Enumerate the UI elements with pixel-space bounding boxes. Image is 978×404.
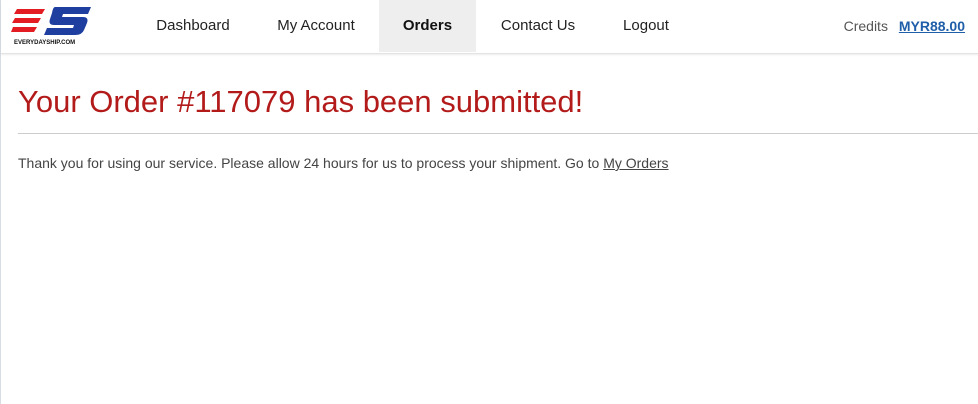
confirmation-message: Thank you for using our service. Please … <box>18 155 978 171</box>
credits: Credits MYR88.00 <box>844 0 965 52</box>
logo-caption: EVERYDAYSHIP.COM <box>14 40 76 46</box>
logo[interactable]: EVERYDAYSHIP.COM <box>11 4 95 48</box>
credits-balance-link[interactable]: MYR88.00 <box>899 18 965 34</box>
nav-dashboard[interactable]: Dashboard <box>144 0 242 52</box>
top-navbar: EVERYDAYSHIP.COM Dashboard My Account Or… <box>1 0 978 54</box>
credits-label: Credits <box>843 18 888 34</box>
my-orders-link[interactable]: My Orders <box>603 155 668 171</box>
logo-icon <box>11 7 91 35</box>
message-text: Thank you for using our service. Please … <box>18 155 600 171</box>
main-content: Your Order #117079 has been submitted! T… <box>18 56 978 171</box>
page-title: Your Order #117079 has been submitted! <box>18 84 584 119</box>
page: EVERYDAYSHIP.COM Dashboard My Account Or… <box>0 0 978 404</box>
nav-my-account[interactable]: My Account <box>265 0 367 52</box>
nav-logout[interactable]: Logout <box>610 0 682 52</box>
nav-orders[interactable]: Orders <box>379 0 476 52</box>
divider <box>18 133 978 134</box>
nav-contact-us[interactable]: Contact Us <box>489 0 587 52</box>
